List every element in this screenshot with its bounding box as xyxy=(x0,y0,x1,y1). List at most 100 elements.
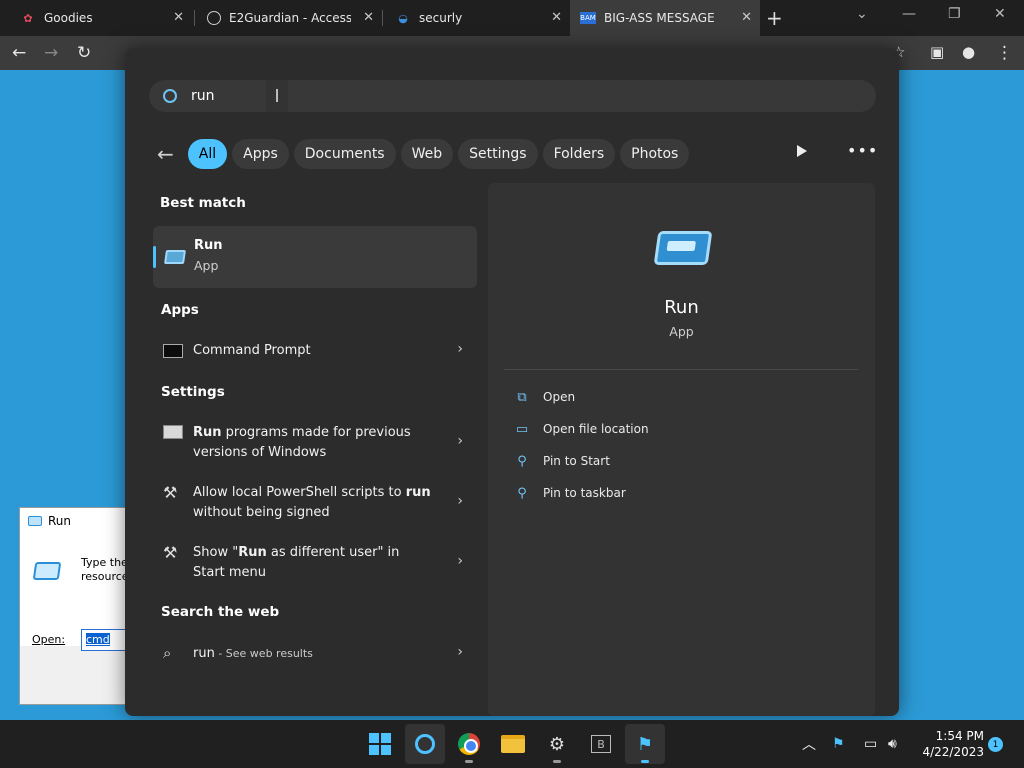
running-indicator xyxy=(465,760,473,763)
action-label: Open file location xyxy=(543,422,649,436)
action-open-file-location[interactable]: ▭ Open file location xyxy=(514,421,649,437)
result-setting-run-as[interactable]: ⚒ Show "Run as different user" in Start … xyxy=(163,543,463,583)
run-icon xyxy=(32,562,62,580)
result-command-prompt[interactable]: Command Prompt › xyxy=(163,341,463,361)
run-dialog-title: Run xyxy=(48,514,72,528)
web-query: run xyxy=(193,646,215,661)
tab-goodies[interactable]: ✿ Goodies ✕ xyxy=(0,0,192,36)
taskbar-run[interactable]: ⚙ xyxy=(537,724,577,764)
run-description-line: Type the xyxy=(81,556,128,569)
taskbar: ⚙ B ⚑ ︿ ⚑ ▭ 🔊︎ 1:54 PM 4/22/2023 xyxy=(0,720,1024,768)
clock[interactable]: 1:54 PM 4/22/2023 xyxy=(918,728,984,760)
taskbar-search-button[interactable] xyxy=(405,724,445,764)
start-button[interactable] xyxy=(360,724,400,764)
app-icon: B xyxy=(591,735,611,753)
network-icon[interactable]: ▭ xyxy=(864,720,877,768)
filter-apps[interactable]: Apps xyxy=(232,139,289,169)
result-label: Allow local PowerShell scripts to run wi… xyxy=(193,483,433,523)
filter-all[interactable]: All xyxy=(187,139,228,169)
highlight-term: Run xyxy=(238,545,267,560)
minimize-icon[interactable]: — xyxy=(902,6,916,22)
running-indicator xyxy=(553,760,561,763)
app-icon: ⚑ xyxy=(636,733,654,755)
best-match-heading: Best match xyxy=(160,195,246,211)
profile-icon[interactable]: ● xyxy=(962,43,975,61)
action-pin-to-start[interactable]: ⚲ Pin to Start xyxy=(514,453,610,469)
restore-icon[interactable]: ❐ xyxy=(948,6,961,22)
action-open[interactable]: ⧉ Open xyxy=(514,390,575,405)
filter-photos[interactable]: Photos xyxy=(620,139,690,169)
tab-search-icon[interactable]: ⌄ xyxy=(856,6,868,22)
tab-big-ass-message[interactable]: BAM BIG-ASS MESSAGE ✕ xyxy=(570,0,760,36)
detail-kind: App xyxy=(669,324,694,339)
result-label: run - See web results xyxy=(193,644,433,664)
tab-separator xyxy=(194,10,195,26)
tab-e2guardian[interactable]: E2Guardian - Access De ✕ xyxy=(196,0,382,36)
search-icon xyxy=(415,734,435,754)
tab-separator xyxy=(382,10,383,26)
new-tab-button[interactable]: + xyxy=(766,0,786,36)
menu-icon[interactable]: ⋮ xyxy=(996,43,1013,63)
tab-title: Goodies xyxy=(44,11,93,25)
result-web-search[interactable]: ⌕ run - See web results › xyxy=(163,644,463,664)
more-options-icon[interactable]: ••• xyxy=(847,141,878,160)
selection-indicator xyxy=(153,246,156,268)
search-icon: ⌕ xyxy=(163,644,172,662)
result-label-rest: programs made for previous versions of W… xyxy=(193,425,411,460)
tab-title: E2Guardian - Access De xyxy=(229,11,351,25)
taskbar-app-active[interactable]: ⚑ xyxy=(625,724,665,764)
filter-web[interactable]: Web xyxy=(400,139,454,169)
date: 4/22/2023 xyxy=(922,745,984,759)
action-pin-to-taskbar[interactable]: ⚲ Pin to taskbar xyxy=(514,486,626,501)
run-icon xyxy=(164,250,186,264)
chevron-right-icon: › xyxy=(457,433,463,449)
tab-title: securly xyxy=(419,11,463,25)
close-icon[interactable]: ✕ xyxy=(363,10,374,25)
folder-icon xyxy=(501,735,525,753)
divider xyxy=(504,369,858,370)
notification-badge[interactable]: 1 xyxy=(988,737,1003,752)
result-label: Show "Run as different user" in Start me… xyxy=(193,543,433,583)
search-web-heading: Search the web xyxy=(161,604,280,620)
forward-icon[interactable]: → xyxy=(44,43,58,63)
result-setting-powershell[interactable]: ⚒ Allow local PowerShell scripts to run … xyxy=(163,483,463,523)
show-hidden-icons[interactable]: ︿ xyxy=(802,720,816,768)
tab-securly[interactable]: ◒ securly ✕ xyxy=(384,0,570,36)
taskbar-file-explorer[interactable] xyxy=(493,724,533,764)
volume-icon[interactable]: 🔊︎ xyxy=(888,720,897,768)
filter-documents[interactable]: Documents xyxy=(293,139,396,169)
reload-icon[interactable]: ↻ xyxy=(77,43,91,63)
search-input[interactable]: run xyxy=(149,80,876,112)
compatibility-icon xyxy=(163,425,183,439)
back-arrow-icon[interactable]: ← xyxy=(157,142,174,166)
windows-logo-icon xyxy=(369,733,391,755)
securly-icon: ◒ xyxy=(398,11,408,25)
result-label: Command Prompt xyxy=(193,343,311,358)
browser-tab-bar: ✿ Goodies ✕ E2Guardian - Access De ✕ ◒ s… xyxy=(0,0,1024,36)
chevron-right-icon: › xyxy=(457,553,463,569)
close-icon[interactable]: ✕ xyxy=(551,10,562,25)
taskbar-chrome[interactable] xyxy=(449,724,489,764)
taskbar-app[interactable]: B xyxy=(581,724,621,764)
command-prompt-icon xyxy=(163,344,183,358)
close-icon[interactable]: ✕ xyxy=(741,10,752,25)
close-window-icon[interactable]: ✕ xyxy=(994,6,1006,22)
result-setting-compat[interactable]: Run programs made for previous versions … xyxy=(163,423,463,463)
play-icon[interactable] xyxy=(797,145,807,157)
best-match-item[interactable]: Run App xyxy=(153,226,477,288)
tab-title: BIG-ASS MESSAGE xyxy=(604,11,715,25)
filter-settings[interactable]: Settings xyxy=(458,139,538,169)
pin-icon: ⚲ xyxy=(517,453,527,469)
side-panel-icon[interactable]: ▣ xyxy=(930,43,944,61)
chevron-right-icon: › xyxy=(457,341,463,357)
back-icon[interactable]: ← xyxy=(12,43,26,63)
folder-icon: ▭ xyxy=(515,421,529,437)
result-label-pre: Show " xyxy=(193,545,239,560)
best-match-kind: App xyxy=(194,258,219,273)
filter-folders[interactable]: Folders xyxy=(542,139,616,169)
chrome-icon xyxy=(458,733,480,755)
tray-app-icon[interactable]: ⚑ xyxy=(832,720,845,768)
open-input-value: cmd xyxy=(86,633,110,646)
close-icon[interactable]: ✕ xyxy=(173,10,184,25)
developer-tools-icon: ⚒ xyxy=(163,483,178,502)
